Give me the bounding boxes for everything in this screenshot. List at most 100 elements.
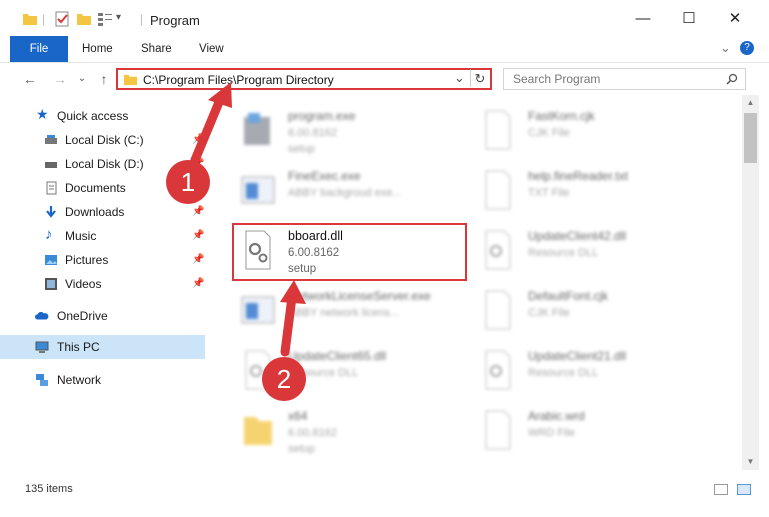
file-detail: ABBY network licens... (288, 307, 400, 319)
file-item[interactable]: Arabic.wrd WRD File (472, 403, 712, 461)
file-name: DefaultFont.cjk (528, 289, 609, 303)
back-button[interactable]: ← (20, 69, 40, 89)
file-item[interactable]: program.exe 6.00.8162 setup (232, 103, 472, 161)
tab-view[interactable]: View (185, 36, 238, 62)
file-item[interactable]: x64 6.00.8162 setup (232, 403, 472, 461)
minimize-button[interactable]: — (628, 6, 658, 32)
file-name: UpdateClient21.dll (528, 349, 627, 363)
collapse-ribbon-icon[interactable]: ⌄ (720, 40, 731, 56)
recent-locations-button[interactable]: ⌄ (72, 69, 92, 89)
address-path[interactable]: C:\Program Files\Program Directory (143, 73, 334, 87)
help-icon[interactable]: ? (740, 41, 754, 55)
documents-icon (46, 181, 57, 195)
maximize-button[interactable]: ☐ (674, 6, 704, 32)
file-detail: setup (288, 443, 315, 455)
file-name: x64 (288, 409, 308, 423)
installer-icon (244, 113, 270, 145)
dll-gear-icon (485, 350, 511, 390)
pin-icon: 📌 (192, 134, 205, 145)
sidebar-item-videos[interactable]: Videos 📌 (0, 272, 205, 296)
pictures-icon (45, 255, 57, 265)
annotation-badge-1: 1 (166, 160, 210, 204)
highlight-box (232, 223, 467, 281)
file-list: program.exe 6.00.8162 setup FastKorn.cjk… (222, 95, 742, 470)
download-icon (46, 206, 56, 218)
search-placeholder: Search Program (513, 72, 601, 86)
file-detail: Resource DLL (528, 367, 599, 379)
file-detail: TXT File (528, 187, 570, 199)
application-icon (241, 176, 275, 204)
network-icon (36, 374, 48, 386)
details-view-icon[interactable] (714, 484, 728, 495)
separator: | (140, 12, 144, 26)
pin-icon: 📌 (192, 278, 205, 289)
up-button[interactable]: ↑ (94, 69, 114, 89)
file-detail: setup (288, 143, 315, 155)
sidebar-item-label: OneDrive (57, 309, 108, 323)
file-detail: 6.00.8162 (288, 427, 337, 439)
file-item[interactable]: FastKorn.cjk CJK File (472, 103, 712, 161)
properties-icon[interactable] (54, 11, 70, 27)
sidebar-item-local-disk-c[interactable]: Local Disk (C:) 📌 (0, 128, 205, 152)
sidebar-item-onedrive[interactable]: OneDrive (0, 304, 205, 328)
dll-gear-icon (485, 230, 511, 270)
sidebar-item-label: Downloads (65, 205, 125, 219)
file-name: Arabic.wrd (528, 409, 585, 423)
tab-home[interactable]: Home (68, 36, 127, 62)
sidebar-item-label: Music (65, 229, 97, 243)
file-item[interactable]: UpdateClient21.dll Resource DLL (472, 343, 712, 401)
file-icon (485, 410, 511, 450)
forward-button[interactable]: → (50, 69, 70, 89)
file-item[interactable]: NetworkLicenseServer.exe ABBY network li… (232, 283, 472, 341)
address-bar[interactable]: C:\Program Files\Program Directory ⌄ ↻ (116, 68, 492, 90)
search-input[interactable]: Search Program (503, 68, 746, 90)
file-item[interactable]: DefaultFont.cjk CJK File (472, 283, 712, 341)
sidebar-item-network[interactable]: Network (0, 368, 205, 392)
videos-icon (45, 278, 57, 290)
scroll-down-icon[interactable]: ▼ (742, 454, 759, 470)
star-icon: ★ (36, 106, 49, 122)
sidebar-item-this-pc[interactable]: This PC (0, 335, 205, 359)
customize-toolbar-icon[interactable] (97, 11, 113, 27)
sidebar-item-label: Quick access (57, 109, 129, 123)
computer-icon (35, 341, 49, 353)
scroll-up-icon[interactable]: ▲ (742, 95, 759, 111)
chevron-down-icon[interactable]: ▾ (116, 12, 121, 23)
annotation-badge-2: 2 (262, 357, 306, 401)
sidebar-item-label: Local Disk (D:) (65, 157, 144, 171)
status-bar: 135 items (0, 478, 769, 500)
file-icon (485, 110, 511, 150)
tab-file[interactable]: File (10, 36, 68, 62)
file-item[interactable]: help.fineReader.txt TXT File (472, 163, 712, 221)
drive-icon (45, 135, 57, 144)
title-bar: | ▾ | Program — ☐ ✕ (0, 0, 769, 40)
file-item[interactable]: FineExec.exe ABBY backgroud exe... (232, 163, 472, 221)
new-folder-icon[interactable] (76, 11, 92, 27)
navigation-bar: ← → ⌄ ↑ C:\Program Files\Program Directo… (0, 63, 769, 95)
file-name: program.exe (288, 109, 356, 123)
folder-icon[interactable] (22, 11, 38, 27)
application-icon (241, 296, 275, 324)
search-icon[interactable] (726, 73, 738, 85)
file-icon (485, 290, 511, 330)
large-icons-view-icon[interactable] (737, 484, 751, 495)
vertical-scrollbar[interactable]: ▲ ▼ (742, 95, 759, 470)
file-item[interactable]: UpdateClient42.dll Resource DLL (472, 223, 712, 281)
file-detail: CJK File (528, 307, 570, 319)
file-name: FastKorn.cjk (528, 109, 595, 123)
sidebar-item-quick-access[interactable]: ★ Quick access (0, 104, 205, 128)
tab-share[interactable]: Share (127, 36, 186, 62)
file-name: UpdateClient42.dll (528, 229, 627, 243)
drive-icon (45, 162, 57, 168)
sidebar-item-label: Network (57, 373, 102, 387)
navigation-pane: ★ Quick access Local Disk (C:) 📌 Local D… (0, 95, 210, 470)
close-button[interactable]: ✕ (720, 6, 750, 32)
cloud-icon (35, 311, 49, 320)
sidebar-item-pictures[interactable]: Pictures 📌 (0, 248, 205, 272)
scroll-thumb[interactable] (744, 113, 757, 163)
address-dropdown-icon[interactable]: ⌄ (454, 70, 465, 86)
sidebar-item-music[interactable]: ♪ Music 📌 (0, 224, 205, 248)
sidebar-item-downloads[interactable]: Downloads 📌 (0, 200, 205, 224)
file-detail: Resource DLL (528, 247, 599, 259)
refresh-button[interactable]: ↻ (470, 69, 489, 87)
